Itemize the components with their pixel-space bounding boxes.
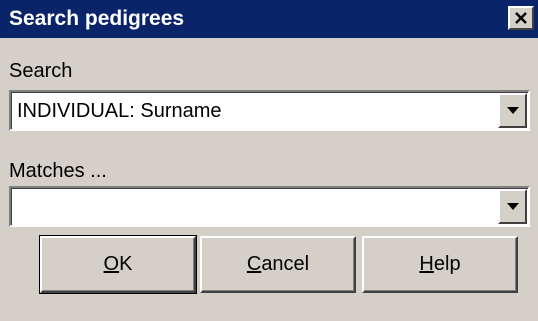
matches-dropdown-button[interactable] bbox=[498, 189, 527, 224]
ok-accelerator: O bbox=[103, 253, 120, 275]
help-button[interactable]: Help bbox=[362, 236, 518, 293]
chevron-down-icon bbox=[507, 203, 519, 210]
cancel-accelerator: C bbox=[246, 253, 262, 275]
help-label-rest: elp bbox=[433, 253, 461, 275]
chevron-down-icon bbox=[507, 107, 519, 114]
search-pedigrees-dialog: Search pedigrees Search INDIVIDUAL: Surn… bbox=[0, 0, 538, 321]
search-selected-value: INDIVIDUAL: Surname bbox=[17, 100, 222, 122]
close-icon bbox=[515, 12, 527, 24]
search-label: Search bbox=[9, 60, 73, 82]
matches-label: Matches ... bbox=[9, 160, 107, 182]
matches-dropdown[interactable] bbox=[9, 186, 530, 227]
search-dropdown-button[interactable] bbox=[498, 93, 527, 128]
close-button[interactable] bbox=[508, 6, 534, 30]
ok-label-rest: K bbox=[119, 253, 133, 275]
help-accelerator: H bbox=[419, 253, 434, 275]
cancel-label-rest: ancel bbox=[261, 253, 310, 275]
ok-button[interactable]: OK bbox=[39, 235, 197, 294]
cancel-button[interactable]: Cancel bbox=[200, 236, 356, 293]
dialog-title: Search pedigrees bbox=[9, 7, 185, 30]
search-dropdown[interactable]: INDIVIDUAL: Surname bbox=[9, 90, 530, 131]
title-bar[interactable]: Search pedigrees bbox=[0, 0, 538, 38]
